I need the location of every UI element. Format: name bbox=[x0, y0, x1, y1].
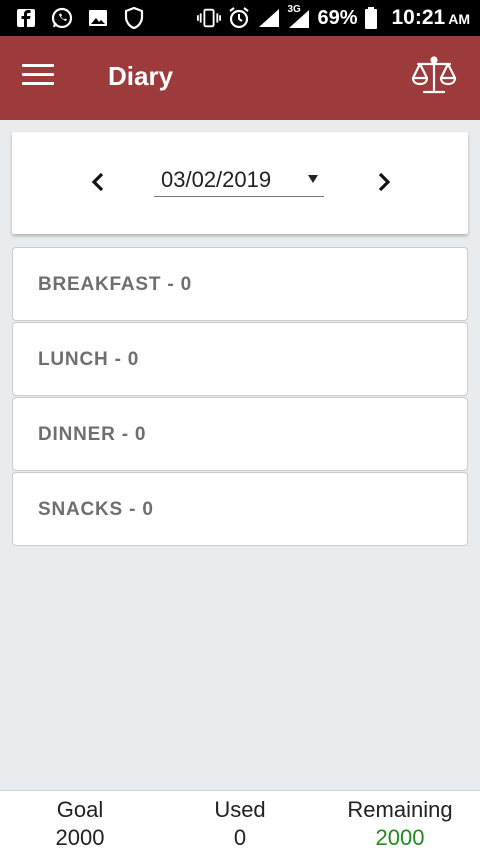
page-title: Diary bbox=[108, 61, 174, 91]
calorie-summary-footer: Goal 2000 Used 0 Remaining 2000 bbox=[0, 790, 480, 854]
meal-label: LUNCH - 0 bbox=[38, 349, 140, 370]
goal-summary: Goal 2000 bbox=[0, 797, 160, 851]
goal-label: Goal bbox=[56, 797, 104, 822]
facebook-icon bbox=[14, 7, 38, 29]
signal-icon bbox=[257, 7, 281, 29]
remaining-summary: Remaining 2000 bbox=[320, 797, 480, 851]
shield-icon bbox=[122, 7, 146, 29]
remaining-label: Remaining bbox=[347, 797, 453, 822]
dropdown-arrow-icon bbox=[308, 175, 318, 183]
used-value: 0 bbox=[233, 825, 247, 850]
goal-value: 2000 bbox=[55, 825, 105, 850]
previous-day-chevron-icon[interactable] bbox=[84, 168, 112, 196]
battery-icon bbox=[364, 7, 378, 29]
meal-label: DINNER - 0 bbox=[38, 424, 147, 445]
meal-card-lunch[interactable]: LUNCH - 0 bbox=[12, 322, 468, 396]
date-card: 03/02/2019 bbox=[12, 132, 468, 234]
date-dropdown[interactable]: 03/02/2019 bbox=[154, 162, 324, 197]
used-label: Used bbox=[214, 797, 266, 822]
alarm-icon bbox=[227, 7, 251, 29]
battery-percent: 69% bbox=[317, 6, 358, 29]
remaining-value: 2000 bbox=[375, 825, 425, 850]
signal-3g-icon: 3G bbox=[287, 4, 311, 29]
meal-label: SNACKS - 0 bbox=[38, 499, 154, 520]
clock: 10:21 AM bbox=[391, 6, 471, 29]
hamburger-menu-icon[interactable] bbox=[22, 64, 54, 92]
gallery-icon bbox=[86, 7, 110, 29]
meal-card-dinner[interactable]: DINNER - 0 bbox=[12, 397, 468, 471]
meal-card-breakfast[interactable]: BREAKFAST - 0 bbox=[12, 247, 468, 321]
whatsapp-icon bbox=[50, 7, 74, 29]
meal-card-snacks[interactable]: SNACKS - 0 bbox=[12, 472, 468, 546]
next-day-chevron-icon[interactable] bbox=[370, 168, 398, 196]
meal-label: BREAKFAST - 0 bbox=[38, 274, 192, 295]
scale-icon[interactable] bbox=[410, 54, 458, 98]
status-bar: 3G 69% 10:21 AM bbox=[0, 0, 480, 36]
date-value: 03/02/2019 bbox=[161, 167, 272, 192]
app-bar: Diary bbox=[0, 36, 480, 120]
vibrate-icon bbox=[197, 7, 222, 29]
used-summary: Used 0 bbox=[160, 797, 320, 851]
